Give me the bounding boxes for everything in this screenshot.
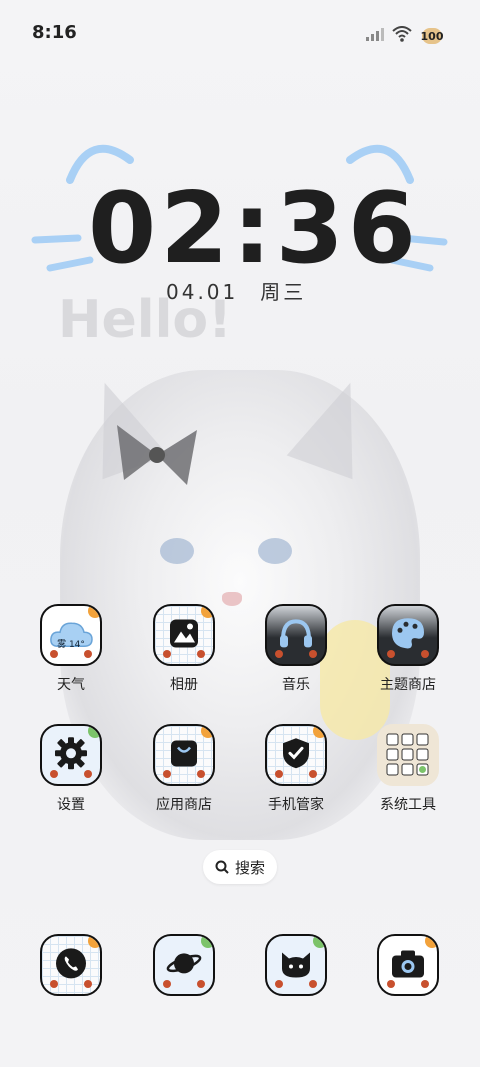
app-label: 音乐 <box>282 677 310 693</box>
sparkle-decoration <box>313 726 325 738</box>
sparkle-decoration <box>313 936 325 948</box>
browser-app-tile <box>153 934 215 996</box>
app-label: 设置 <box>57 797 85 813</box>
status-time: 8:16 <box>32 22 77 43</box>
deco-dot-left <box>275 770 283 778</box>
battery-indicator: 100 <box>420 24 444 44</box>
dock-camera[interactable] <box>360 934 456 996</box>
app-weather[interactable]: 雾 14° 天气 <box>23 604 119 694</box>
app-label: 主题商店 <box>380 677 436 693</box>
gallery-icon <box>170 619 198 648</box>
clock-widget-date[interactable]: 04.01 周三 <box>166 276 328 305</box>
planet-icon <box>166 953 202 974</box>
app-theme-store[interactable]: 主题商店 <box>360 604 456 694</box>
deco-dot-left <box>275 650 283 658</box>
app-label: 系统工具 <box>380 797 436 813</box>
deco-dot-left <box>387 650 395 658</box>
status-icons: 100 <box>366 24 444 44</box>
weather-app-tile: 雾 14° <box>40 604 102 666</box>
camera-icon <box>392 950 424 978</box>
app-system-tools-folder[interactable]: 系统工具 <box>360 724 456 814</box>
home-screen: Hello! 8:16 100 02:36 04.01 周三 雾 14° 天气 … <box>0 0 480 1067</box>
deco-dot-right <box>421 980 429 988</box>
deco-dot-right <box>309 650 317 658</box>
camera-app-tile <box>377 934 439 996</box>
headphones-icon <box>280 619 312 648</box>
app-label: 手机管家 <box>268 797 324 813</box>
folder-icon <box>386 733 429 776</box>
shield-check-icon <box>283 738 309 769</box>
shopping-bag-icon <box>171 740 197 767</box>
clock-widget-time[interactable]: 02:36 <box>88 172 420 286</box>
cat-eye-left <box>160 538 194 564</box>
phone-app-tile <box>40 934 102 996</box>
search-icon <box>215 860 229 874</box>
bow-decoration <box>117 425 197 485</box>
deco-dot-right <box>421 650 429 658</box>
deco-dot-right <box>197 770 205 778</box>
app-music[interactable]: 音乐 <box>248 604 344 694</box>
sparkle-decoration <box>201 936 213 948</box>
dock-browser[interactable] <box>136 934 232 996</box>
dock-phone[interactable] <box>23 934 119 996</box>
sparkle-decoration <box>425 936 437 948</box>
battery-level: 100 <box>420 30 444 43</box>
app-settings[interactable]: 设置 <box>23 724 119 814</box>
phone-manager-tile <box>265 724 327 786</box>
signal-icon <box>366 28 384 41</box>
app-app-store[interactable]: 应用商店 <box>136 724 232 814</box>
music-app-tile <box>265 604 327 666</box>
dock-messages[interactable] <box>248 934 344 996</box>
cat-face-icon <box>282 952 310 978</box>
cat-eye-right <box>258 538 292 564</box>
sparkle-decoration <box>201 726 213 738</box>
sparkle-decoration <box>88 726 100 738</box>
settings-app-tile <box>40 724 102 786</box>
deco-dot-left <box>163 770 171 778</box>
deco-dot-left <box>163 980 171 988</box>
search-pill-button[interactable]: 搜索 <box>203 850 277 884</box>
app-phone-manager[interactable]: 手机管家 <box>248 724 344 814</box>
deco-dot-left <box>387 980 395 988</box>
app-label: 相册 <box>170 677 198 693</box>
app-gallery[interactable]: 相册 <box>136 604 232 694</box>
search-label: 搜索 <box>234 858 265 877</box>
deco-dot-left <box>275 980 283 988</box>
phone-icon <box>56 948 86 979</box>
theme-store-app-tile <box>377 604 439 666</box>
palette-icon <box>392 618 424 649</box>
gallery-app-tile <box>153 604 215 666</box>
weather-badge: 雾 14° <box>57 640 85 650</box>
sparkle-decoration <box>201 606 213 618</box>
gear-icon <box>55 737 87 770</box>
app-label: 天气 <box>57 677 85 693</box>
deco-dot-left <box>163 650 171 658</box>
deco-dot-right <box>197 980 205 988</box>
deco-dot-right <box>84 770 92 778</box>
app-label: 应用商店 <box>156 797 212 813</box>
deco-dot-right <box>309 980 317 988</box>
deco-dot-left <box>50 650 58 658</box>
sparkle-decoration <box>88 936 100 948</box>
messages-app-tile <box>265 934 327 996</box>
deco-dot-right <box>197 650 205 658</box>
folder-tile <box>377 724 439 786</box>
app-store-tile <box>153 724 215 786</box>
date-text: 04.01 <box>166 280 239 304</box>
wifi-icon <box>392 26 412 42</box>
deco-dot-left <box>50 770 58 778</box>
weekday-text: 周三 <box>260 280 307 304</box>
deco-dot-left <box>50 980 58 988</box>
deco-dot-right <box>84 980 92 988</box>
deco-dot-right <box>84 650 92 658</box>
deco-dot-right <box>309 770 317 778</box>
